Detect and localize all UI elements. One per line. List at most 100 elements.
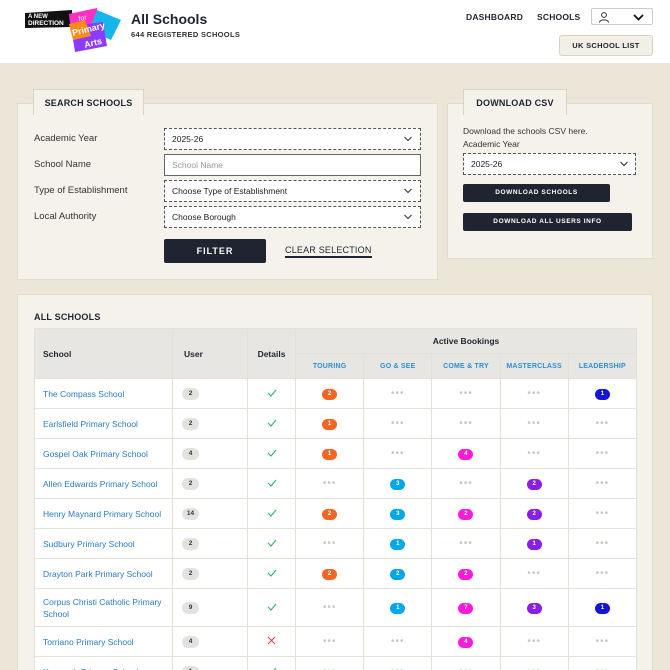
table-row: Sudbury Primary School 2 ••• 1 ••• 1 ••• — [34, 528, 638, 559]
csv-academic-year-value: 2025-26 — [471, 159, 503, 169]
table-row: Torriano Primary School 4 ••• ••• 4 ••• ••• — [34, 626, 638, 657]
user-count-cell: 4 — [172, 626, 248, 657]
booking-cell-come-try: ••• — [431, 408, 501, 439]
csv-academic-year-select[interactable]: 2025-26 — [463, 153, 636, 175]
booking-count-badge[interactable]: 2 — [458, 509, 474, 520]
booking-count-badge[interactable]: 2 — [322, 389, 338, 400]
booking-count-badge[interactable]: 2 — [322, 509, 338, 520]
school-name-link[interactable]: Torriano Primary School — [34, 626, 173, 657]
col-header-go-see[interactable]: GO & SEE — [363, 353, 433, 379]
check-icon — [267, 509, 276, 517]
empty-placeholder: ••• — [595, 636, 610, 647]
local-authority-select[interactable]: Choose Borough — [164, 206, 421, 228]
booking-count-badge[interactable]: 2 — [526, 509, 542, 520]
booking-count-badge[interactable]: 1 — [390, 603, 406, 614]
booking-cell-masterclass: ••• — [499, 626, 569, 657]
empty-placeholder: ••• — [595, 568, 610, 579]
school-name-input[interactable] — [172, 156, 412, 174]
booking-cell-touring: 1 — [294, 438, 365, 469]
clear-selection-link[interactable]: CLEAR SELECTION — [285, 245, 372, 258]
empty-placeholder: ••• — [459, 388, 473, 399]
empty-placeholder: ••• — [595, 418, 610, 429]
col-header-school[interactable]: School — [34, 328, 173, 379]
school-name-link[interactable]: Keyworth Primary School — [34, 656, 173, 670]
col-header-user[interactable]: User — [172, 328, 248, 379]
booking-count-badge[interactable]: 4 — [458, 637, 474, 648]
user-count-badge: 1 — [182, 666, 199, 670]
booking-cell-touring: ••• — [294, 468, 365, 499]
booking-count-badge[interactable]: 1 — [594, 603, 610, 614]
booking-cell-masterclass: ••• — [499, 558, 569, 589]
local-authority-value: Choose Borough — [172, 212, 236, 222]
user-count-cell: 2 — [172, 558, 248, 589]
check-icon — [267, 569, 276, 577]
details-cell — [247, 468, 296, 499]
booking-count-badge[interactable]: 2 — [322, 569, 338, 580]
booking-count-badge[interactable]: 7 — [458, 603, 474, 614]
booking-cell-come-try: ••• — [431, 656, 501, 670]
user-count-badge: 2 — [182, 478, 199, 490]
chevron-down-icon — [404, 136, 412, 142]
check-icon — [267, 603, 276, 611]
school-name-link[interactable]: Corpus Christi Catholic Primary School — [34, 588, 173, 627]
booking-count-badge[interactable]: 1 — [322, 419, 338, 430]
schools-table: School User Details Active Bookings TOUR… — [34, 328, 638, 670]
table-row: Earlsfield Primary School 2 1 ••• ••• ••• ••• — [34, 408, 638, 439]
booking-count-badge[interactable]: 3 — [390, 509, 406, 520]
booking-count-badge[interactable]: 2 — [458, 569, 474, 580]
school-name-link[interactable]: Earlsfield Primary School — [34, 408, 173, 439]
school-name-link[interactable]: Allen Edwards Primary School — [34, 468, 173, 499]
booking-cell-leadership: ••• — [567, 626, 638, 657]
booking-count-badge[interactable]: 3 — [390, 479, 406, 490]
nav-schools[interactable]: SCHOOLS — [537, 12, 580, 22]
booking-count-badge[interactable]: 1 — [526, 539, 542, 550]
empty-placeholder: ••• — [595, 538, 610, 549]
school-name-link[interactable]: Gospel Oak Primary School — [34, 438, 173, 469]
col-header-masterclass[interactable]: MASTERCLASS — [499, 353, 569, 379]
tab-download-csv[interactable]: DOWNLOAD CSV — [463, 89, 567, 115]
school-name-field-wrapper — [164, 154, 421, 176]
details-cell — [247, 438, 296, 469]
school-name-link[interactable]: Drayton Park Primary School — [34, 558, 173, 589]
booking-cell-touring: 2 — [294, 558, 365, 589]
user-menu[interactable] — [591, 8, 653, 25]
establishment-select[interactable]: Choose Type of Establishment — [164, 180, 421, 202]
booking-count-badge[interactable]: 2 — [390, 569, 406, 580]
col-header-touring[interactable]: TOURING — [294, 353, 365, 379]
uk-school-list-button[interactable]: UK SCHOOL LIST — [559, 35, 653, 56]
booking-count-badge[interactable]: 2 — [526, 479, 542, 490]
table-row: Keyworth Primary School 1 ••• ••• ••• ••• ••• — [34, 656, 638, 670]
booking-cell-leadership: ••• — [567, 558, 638, 589]
details-cell — [247, 558, 296, 589]
check-icon — [267, 449, 276, 457]
booking-count-badge[interactable]: 1 — [322, 449, 338, 460]
school-name-link[interactable]: The Compass School — [34, 378, 173, 409]
empty-placeholder: ••• — [322, 602, 337, 613]
download-schools-button[interactable]: DOWNLOAD SCHOOLS — [463, 184, 610, 202]
empty-placeholder: ••• — [595, 448, 610, 459]
booking-count-badge[interactable]: 1 — [390, 539, 406, 550]
school-name-link[interactable]: Henry Maynard Primary School — [34, 498, 173, 529]
user-count-cell: 2 — [172, 408, 248, 439]
check-icon — [267, 539, 276, 547]
chevron-down-icon — [633, 14, 644, 21]
empty-placeholder: ••• — [391, 418, 405, 429]
booking-cell-touring: 2 — [294, 498, 365, 529]
details-cell — [247, 588, 296, 627]
academic-year-select[interactable]: 2025-26 — [164, 128, 421, 150]
a-new-direction-logo[interactable]: A NEW DIRECTION for Primary Arts — [25, 6, 125, 54]
booking-count-badge[interactable]: 1 — [594, 389, 610, 400]
col-header-leadership[interactable]: LEADERSHIP — [567, 353, 638, 379]
filter-button[interactable]: FILTER — [164, 239, 266, 263]
tab-search-schools[interactable]: SEARCH SCHOOLS — [33, 89, 144, 115]
booking-cell-go-see: ••• — [363, 438, 433, 469]
download-all-users-button[interactable]: DOWNLOAD ALL USERS INFO — [463, 213, 632, 231]
booking-cell-masterclass: ••• — [499, 408, 569, 439]
col-header-come-try[interactable]: COME & TRY — [431, 353, 501, 379]
booking-count-badge[interactable]: 3 — [526, 603, 542, 614]
school-name-link[interactable]: Sudbury Primary School — [34, 528, 173, 559]
establishment-label: Type of Establishment — [34, 185, 128, 196]
header-bar: A NEW DIRECTION for Primary Arts All Sch… — [0, 0, 670, 63]
booking-count-badge[interactable]: 4 — [458, 449, 474, 460]
nav-dashboard[interactable]: DASHBOARD — [466, 12, 523, 22]
